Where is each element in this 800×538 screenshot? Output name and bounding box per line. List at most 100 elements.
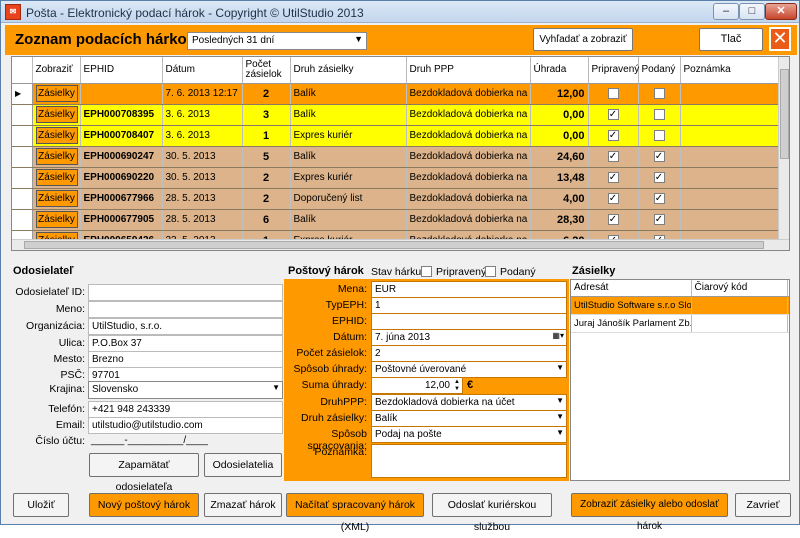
zasielky-button[interactable]: Zásielky [35,169,78,186]
period-select[interactable]: Posledných 31 dní ▼ [187,32,367,50]
row-selector[interactable]: ▶ [12,83,33,105]
senders-button[interactable]: Odosielatelia [204,453,282,477]
window-close-button[interactable]: ✕ [765,3,797,20]
col-header[interactable]: Čiarový kód [691,280,788,297]
search-show-button[interactable]: Vyhľadať a zobraziť [533,28,633,51]
posta-panel: Mena: EUR TypEPH: 1 EPHID: Dátum: 7. júna 2013… [284,279,569,481]
col-header[interactable]: EPHID [80,57,163,84]
table-row[interactable]: Zásielky EPH000708407 3. 6. 2013 1 Expres ku… [12,125,781,147]
list-item[interactable]: Juraj Jánošík Parlament Zb... [571,314,789,333]
note-cell [680,167,781,189]
posta-field-select[interactable]: Bezdokladová dobierka na účet ▼ [371,394,567,411]
sent-checkbox[interactable]: ✓ [653,192,665,204]
delete-sheet-button[interactable]: Zmazať hárok [204,493,282,517]
table-row[interactable]: Zásielky EPH000690220 30. 5. 2013 2 Expres k… [12,167,781,189]
prepared-checkbox[interactable] [607,87,619,99]
grid-vertical-scrollbar[interactable] [778,57,789,250]
sender-field-input[interactable]: Brezno [88,351,283,368]
scroll-thumb[interactable] [780,69,789,159]
sent-checkbox[interactable]: ✓ [653,213,665,225]
posta-field-label: DruhPPP: [320,396,367,408]
col-header[interactable]: Počet zásielok [242,57,291,84]
col-header[interactable]: Zobraziť [32,57,81,84]
prepared-checkbox[interactable]: ✓ [607,108,619,120]
prepared-checkbox[interactable]: ✓ [607,213,619,225]
posta-field-label: Spôsob úhrady: [293,363,367,375]
prepared-checkbox[interactable]: ✓ [607,171,619,183]
row-selector[interactable] [12,167,33,189]
col-header[interactable]: Druh zásielky [290,57,407,84]
row-selector[interactable] [12,104,33,126]
table-row[interactable]: Zásielky EPH000677905 28. 5. 2013 6 Balík Bez… [12,209,781,231]
posta-field-select[interactable]: Poštovné úverované ▼ [371,361,567,378]
country-select[interactable]: Slovensko ▼ [88,381,283,399]
col-header[interactable]: Adresát [571,280,692,297]
field-value: 12,00 [424,380,450,391]
posta-field-select[interactable]: Podaj na pošte ▼ [371,426,567,443]
row-selector[interactable] [12,146,33,168]
prepared-checkbox[interactable]: ✓ [607,150,619,162]
zasielky-button[interactable]: Zásielky [35,127,78,144]
table-row[interactable]: ▶ Zásielky 7. 6. 2013 12:17 2 Balík Bezdoklad… [12,83,781,105]
remember-sender-button[interactable]: Zapamätať odosielateľa [89,453,199,493]
posta-field-input[interactable]: 12,00 ▲ ▼ [371,377,463,394]
posta-field-select[interactable]: Balík ▼ [371,410,567,427]
posta-field-input[interactable] [371,444,567,478]
sender-field-input[interactable]: +421 948 243339 [88,401,283,418]
row-selector[interactable] [12,188,33,210]
chevron-down-icon: ▼ [556,396,564,405]
col-header[interactable]: Podaný [638,57,681,84]
sender-field-input[interactable] [88,301,283,318]
sent-checkbox[interactable] [653,129,665,141]
prepared-checkbox[interactable] [421,266,432,277]
posta-field-input[interactable]: 1 [371,297,567,314]
close-button[interactable]: Zavrieť [735,493,791,517]
prepared-checkbox[interactable]: ✓ [607,192,619,204]
col-header[interactable]: Úhrada [530,57,589,84]
scroll-thumb[interactable] [24,241,764,249]
maximize-button[interactable]: □ [739,3,765,20]
col-header[interactable]: Pripravený [588,57,639,84]
col-header[interactable]: Druh PPP [406,57,531,84]
posta-field-input[interactable]: EUR [371,281,567,298]
sender-field-input[interactable]: utilstudio@utilstudio.com [88,417,283,434]
sent-checkbox[interactable]: ✓ [653,150,665,162]
minimize-button[interactable]: – [713,3,739,20]
sender-field-input[interactable]: ______-__________/_____ [88,433,208,450]
table-row[interactable]: Zásielky EPH000690247 30. 5. 2013 5 Balík Bez… [12,146,781,168]
table-row[interactable]: Zásielky EPH000708395 3. 6. 2013 3 Balík Bezd… [12,104,781,126]
zasielky-button[interactable]: Zásielky [35,106,78,123]
sent-checkbox[interactable] [653,87,665,99]
sent-checkbox[interactable]: ✓ [653,171,665,183]
zasielky-button[interactable]: Zásielky [35,85,78,102]
date-picker[interactable]: 7. júna 2013 ▦▾ [371,329,567,346]
print-button[interactable]: Tlač [699,28,763,51]
row-selector[interactable] [12,209,33,231]
row-selector[interactable] [12,125,33,147]
show-send-button[interactable]: Zobraziť zásielky alebo odoslať hárok [571,493,728,532]
sent-checkbox[interactable] [485,266,496,277]
sent-checkbox[interactable] [653,108,665,120]
close-icon[interactable]: ✕ [769,27,791,51]
load-xml-button[interactable]: Načítať spracovaný hárok (XML) [286,493,424,533]
sender-field-input[interactable]: UtilStudio, s.r.o. [88,318,283,335]
col-header[interactable]: Dátum [162,57,243,84]
posta-field-input[interactable]: 2 [371,345,567,362]
header-bar: Zoznam podacích hárkov Posledných 31 dní… [5,25,797,55]
save-button[interactable]: Uložiť [13,493,69,517]
prepared-checkbox[interactable]: ✓ [607,129,619,141]
courier-button[interactable]: Odoslať kuriérskou službou [432,493,552,533]
list-item[interactable]: UtilStudio Software s.r.o Slo... [571,296,789,315]
sender-field-input[interactable]: P.O.Box 37 [88,335,283,352]
zasielky-button[interactable]: Zásielky [35,148,78,165]
sender-field-input[interactable] [88,284,283,301]
posta-field-input[interactable] [371,313,567,330]
table-row[interactable]: Zásielky EPH000677966 28. 5. 2013 2 Doporuče… [12,188,781,210]
date-cell: 28. 5. 2013 [162,209,243,231]
posta-title: Poštový hárok [288,265,364,277]
col-header[interactable]: Poznámka [680,57,781,84]
grid-horizontal-scrollbar[interactable] [12,239,789,250]
new-sheet-button[interactable]: Nový poštový hárok [89,493,199,517]
zasielky-button[interactable]: Zásielky [35,211,78,228]
zasielky-button[interactable]: Zásielky [35,190,78,207]
